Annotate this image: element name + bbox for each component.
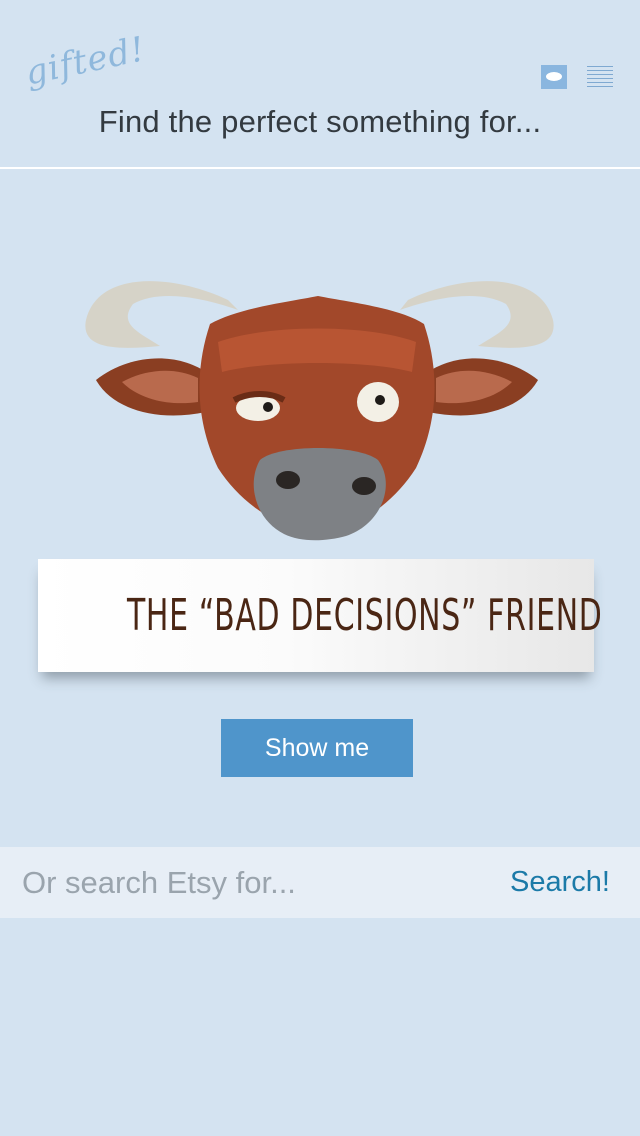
menu-icon[interactable] bbox=[587, 66, 613, 88]
personality-banner: THE “BAD DECISIONS” FRIEND bbox=[38, 559, 603, 672]
chat-bubble-icon bbox=[546, 72, 562, 81]
header-divider bbox=[0, 167, 640, 169]
show-me-button[interactable]: Show me bbox=[221, 719, 413, 777]
chat-button[interactable] bbox=[541, 65, 567, 89]
search-button[interactable]: Search! bbox=[510, 847, 610, 918]
banner-title: THE “BAD DECISIONS” FRIEND bbox=[126, 590, 603, 641]
app-header: gifted! Find the perfect something for..… bbox=[0, 0, 640, 168]
search-bar: Search! bbox=[0, 847, 640, 918]
page-title: Find the perfect something for... bbox=[98, 104, 542, 139]
search-input[interactable] bbox=[22, 847, 482, 918]
bull-head-illustration bbox=[85, 281, 554, 541]
gifted-logo[interactable]: gifted! bbox=[22, 29, 149, 93]
